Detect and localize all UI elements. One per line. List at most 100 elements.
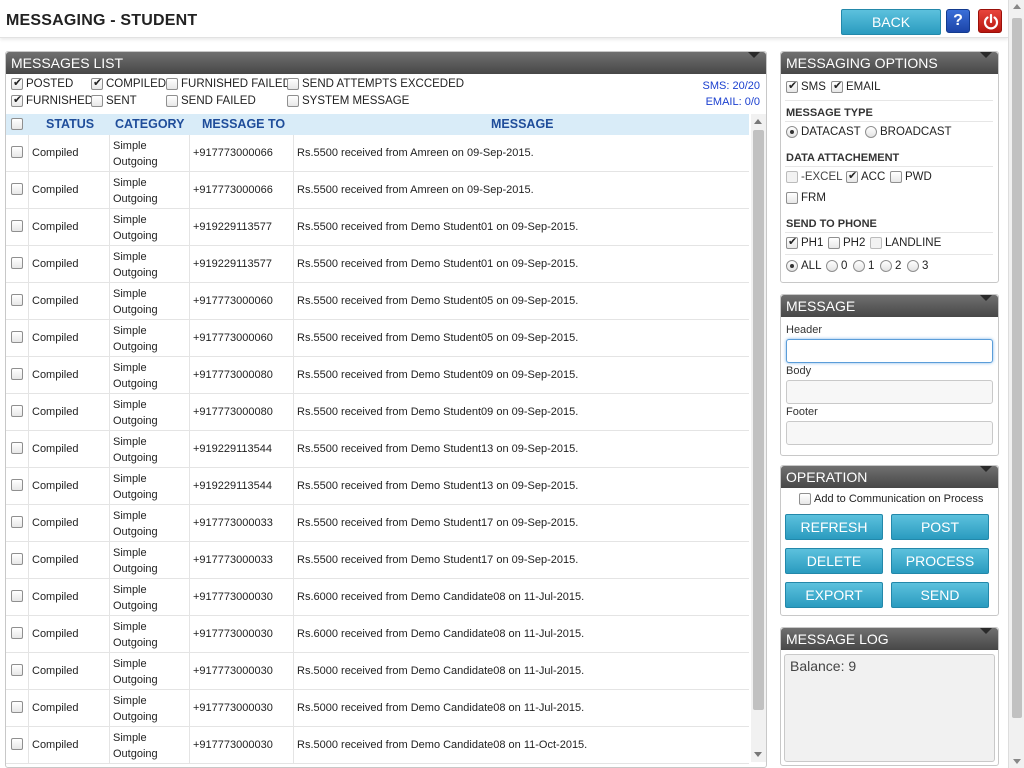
option-pwd[interactable]: PWD (890, 171, 932, 183)
phone-2[interactable]: 2 (880, 260, 901, 272)
row-checkbox[interactable] (11, 553, 23, 565)
message-log-text[interactable]: Balance: 9 (784, 654, 995, 762)
checkbox[interactable] (786, 171, 798, 183)
option-broadcast[interactable]: BROADCAST (865, 126, 952, 138)
table-row[interactable]: Compiled Simple Outgoing +917773000066 Rs.55… (6, 172, 749, 209)
row-checkbox[interactable] (11, 627, 23, 639)
row-checkbox[interactable] (11, 516, 23, 528)
radio[interactable] (786, 126, 798, 138)
checkbox[interactable] (828, 237, 840, 249)
option-landline[interactable]: LANDLINE (870, 237, 941, 249)
option-sms[interactable]: SMS (786, 79, 826, 93)
column-message[interactable]: MESSAGE (491, 117, 554, 131)
list-scrollbar[interactable] (751, 114, 766, 762)
checkbox[interactable] (831, 79, 843, 93)
radio[interactable] (853, 260, 865, 272)
column-category[interactable]: CATEGORY (115, 117, 184, 131)
checkbox[interactable] (166, 78, 178, 90)
row-checkbox[interactable] (11, 738, 23, 750)
body-input[interactable] (786, 380, 993, 404)
checkbox[interactable] (846, 169, 858, 183)
option-ph2[interactable]: PH2 (828, 237, 865, 249)
checkbox[interactable] (786, 192, 798, 204)
table-row[interactable]: Compiled Simple Outgoing +917773000030 Rs.50… (6, 653, 749, 690)
filter-system-message[interactable]: SYSTEM MESSAGE (287, 95, 409, 107)
table-row[interactable]: Compiled Simple Outgoing +917773000030 Rs.50… (6, 690, 749, 727)
option-email[interactable]: EMAIL (831, 79, 881, 93)
table-row[interactable]: Compiled Simple Outgoing +917773000033 Rs.55… (6, 505, 749, 542)
table-row[interactable]: Compiled Simple Outgoing +917773000060 Rs.55… (6, 283, 749, 320)
filter-sent[interactable]: SENT (91, 95, 137, 107)
row-checkbox[interactable] (11, 220, 23, 232)
table-row[interactable]: Compiled Simple Outgoing +919229113577 Rs.55… (6, 209, 749, 246)
post-button[interactable]: POST (891, 514, 989, 540)
option-excel[interactable]: -EXCEL (786, 171, 843, 183)
row-checkbox[interactable] (11, 368, 23, 380)
table-row[interactable]: Compiled Simple Outgoing +917773000066 Rs.55… (6, 135, 749, 172)
checkbox[interactable] (287, 78, 299, 90)
scroll-up-icon[interactable] (754, 119, 762, 124)
table-row[interactable]: Compiled Simple Outgoing +919229113544 Rs.55… (6, 431, 749, 468)
export-button[interactable]: EXPORT (785, 582, 883, 608)
footer-input[interactable] (786, 421, 993, 445)
radio[interactable] (907, 260, 919, 272)
checkbox[interactable] (890, 171, 902, 183)
back-button[interactable]: BACK (841, 9, 941, 35)
filter-send-attempts-exceeded[interactable]: SEND ATTEMPTS EXCCEDED (287, 78, 464, 90)
row-checkbox[interactable] (11, 405, 23, 417)
row-checkbox[interactable] (11, 146, 23, 158)
table-row[interactable]: Compiled Simple Outgoing +917773000060 Rs.55… (6, 320, 749, 357)
checkbox[interactable] (91, 95, 103, 107)
scroll-down-icon[interactable] (754, 752, 762, 757)
window-scrollbar[interactable] (1008, 0, 1024, 768)
checkbox[interactable] (11, 93, 23, 107)
radio[interactable] (865, 126, 877, 138)
filter-posted[interactable]: POSTED (11, 76, 73, 90)
send-button[interactable]: SEND (891, 582, 989, 608)
table-row[interactable]: Compiled Simple Outgoing +917773000030 Rs.60… (6, 579, 749, 616)
checkbox[interactable] (786, 79, 798, 93)
phone-1[interactable]: 1 (853, 260, 874, 272)
option-frm[interactable]: FRM (786, 192, 826, 204)
select-all-checkbox[interactable] (11, 118, 23, 130)
table-row[interactable]: Compiled Simple Outgoing +917773000080 Rs.55… (6, 394, 749, 431)
phone-3[interactable]: 3 (907, 260, 928, 272)
checkbox[interactable] (799, 493, 811, 506)
help-button[interactable]: ? (946, 9, 970, 33)
phone-0[interactable]: 0 (826, 260, 847, 272)
option-acc[interactable]: ACC (846, 169, 885, 183)
scrollbar-thumb[interactable] (1012, 18, 1022, 718)
row-checkbox[interactable] (11, 294, 23, 306)
row-checkbox[interactable] (11, 442, 23, 454)
table-row[interactable]: Compiled Simple Outgoing +919229113577 Rs.55… (6, 246, 749, 283)
row-checkbox[interactable] (11, 701, 23, 713)
table-row[interactable]: Compiled Simple Outgoing +919229113544 Rs.55… (6, 468, 749, 505)
checkbox[interactable] (786, 235, 798, 249)
row-checkbox[interactable] (11, 257, 23, 269)
process-button[interactable]: PROCESS (891, 548, 989, 574)
radio[interactable] (786, 260, 798, 272)
scroll-down-icon[interactable] (1013, 759, 1021, 764)
table-row[interactable]: Compiled Simple Outgoing +917773000030 Rs.50… (6, 727, 749, 764)
row-checkbox[interactable] (11, 331, 23, 343)
table-row[interactable]: Compiled Simple Outgoing +917773000033 Rs.55… (6, 542, 749, 579)
option-ph1[interactable]: PH1 (786, 235, 823, 249)
radio[interactable] (826, 260, 838, 272)
column-message-to[interactable]: MESSAGE TO (202, 117, 285, 131)
option-datacast[interactable]: DATACAST (786, 126, 861, 138)
header-input[interactable] (786, 339, 993, 363)
row-checkbox[interactable] (11, 590, 23, 602)
filter-compiled[interactable]: COMPILED (91, 76, 166, 90)
row-checkbox[interactable] (11, 183, 23, 195)
checkbox[interactable] (11, 76, 23, 90)
refresh-button[interactable]: REFRESH (785, 514, 883, 540)
table-row[interactable]: Compiled Simple Outgoing +917773000030 Rs.60… (6, 616, 749, 653)
filter-send-failed[interactable]: SEND FAILED (166, 95, 256, 107)
logout-button[interactable] (978, 9, 1002, 33)
row-checkbox[interactable] (11, 664, 23, 676)
radio[interactable] (880, 260, 892, 272)
checkbox[interactable] (287, 95, 299, 107)
checkbox[interactable] (166, 95, 178, 107)
phone-all[interactable]: ALL (786, 260, 821, 272)
filter-furnished[interactable]: FURNISHED (11, 93, 93, 107)
